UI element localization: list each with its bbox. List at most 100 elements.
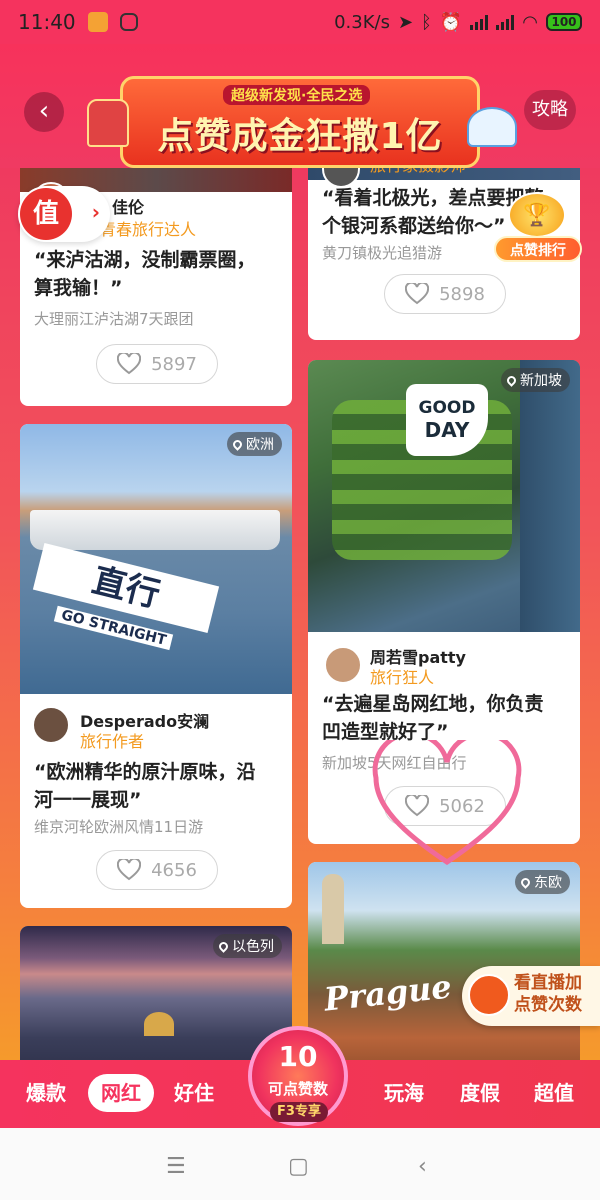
like-count: 5062 (439, 795, 485, 817)
battery-icon: 100 (546, 13, 582, 31)
card-quote: “来泸沽湖，没制霸票圈， 算我输！” (34, 246, 284, 302)
image-text-sub: DAY (424, 418, 470, 442)
like-button[interactable]: 5897 (96, 344, 218, 384)
avatar (324, 646, 362, 684)
strategy-button[interactable]: 攻略 (524, 90, 576, 130)
like-quota-count: 10 (278, 1040, 318, 1073)
back-button[interactable]: ‹ (24, 92, 64, 132)
trip-title: 大理丽江泸沽湖7天跟团 (34, 310, 194, 328)
chevron-left-icon: ‹ (38, 96, 50, 126)
user-role: 青春旅行达人 (100, 220, 197, 239)
value-badge-icon: 值 (20, 188, 72, 240)
card-quote: “欧洲精华的原汁原味，沿 河一一展现” (34, 758, 284, 814)
location-tag: 东欧 (515, 870, 570, 894)
user-role: 旅行作者 (80, 732, 145, 751)
like-count: 5897 (151, 353, 197, 375)
image-text-main: GOOD (418, 398, 476, 418)
location-pin-icon (217, 940, 230, 953)
value-badge-button[interactable]: 值 › (18, 186, 110, 242)
feed-card-europe[interactable]: 直行 GO STRAIGHT 欧洲 Desperado安澜 旅行作者 “欧洲精华… (20, 424, 292, 908)
content-feed[interactable]: 佳伦 青春旅行达人 “来泸沽湖，没制霸票圈， 算我输！” 大理丽江泸沽湖7天跟团… (0, 168, 600, 1060)
back-icon[interactable]: ‹ (418, 1154, 427, 1179)
heart-outline-icon (116, 857, 142, 881)
mountain-decoration-icon (467, 107, 517, 147)
like-button[interactable]: 5062 (384, 786, 506, 826)
notification-mi-icon (119, 13, 138, 31)
user-role: 旅行狂人 (370, 668, 435, 687)
net-speed: 0.3K/s (334, 11, 390, 33)
banner-title: 点赞成金狂撒1亿 (157, 116, 443, 157)
heart-outline-icon (116, 351, 142, 375)
quote-line-2: 凹造型就好了” (322, 721, 449, 743)
tab-chaozhi[interactable]: 超值 (524, 1074, 584, 1112)
user-role: 旅行家摄影师 (370, 168, 466, 176)
card-quote: “去遍星岛网红地，你负责 凹造型就好了” (322, 690, 574, 746)
location-label: 以色列 (232, 939, 274, 955)
like-ranking-button[interactable]: 🏆 点赞排行 (494, 192, 582, 262)
banner-subtitle: 超级新发现·全民之选 (223, 85, 371, 105)
location-pin-icon (519, 876, 532, 889)
location-pin-icon (231, 438, 244, 451)
card-image: GOOD DAY (308, 360, 580, 632)
like-button[interactable]: 4656 (96, 850, 218, 890)
quote-line-1: “去遍星岛网红地，你负责 (322, 693, 544, 715)
quote-line-1: “欧洲精华的原汁原味，沿 (34, 761, 256, 783)
tab-haozhu[interactable]: 好住 (164, 1074, 224, 1112)
menu-icon[interactable]: ☰ (166, 1154, 186, 1179)
cruise-ship-shape (30, 510, 280, 550)
building-shape (520, 360, 580, 632)
bluetooth-icon: ᛒ (421, 11, 432, 33)
like-button[interactable]: 5898 (384, 274, 506, 314)
live-stream-bonus-button[interactable]: 看直播加 点赞次数 (462, 966, 600, 1026)
user-name: 佳伦 (112, 198, 145, 217)
home-icon[interactable]: ▢ (288, 1154, 309, 1179)
heart-outline-icon (404, 281, 430, 305)
like-count: 5898 (439, 283, 485, 305)
system-nav-bar: ☰ ▢ ‹ (0, 1128, 600, 1200)
trip-title: 黄刀镇极光追猎游 (322, 244, 443, 262)
feed-card-singapore[interactable]: GOOD DAY 新加坡 周若雪patty 旅行狂人 “去遍星岛网红地，你负责 … (308, 360, 580, 844)
status-time: 11:40 (18, 10, 76, 34)
wifi-icon: ◠ (522, 11, 538, 33)
tab-dujia[interactable]: 度假 (450, 1074, 510, 1112)
like-ranking-label: 点赞排行 (494, 236, 582, 262)
status-bar: 11:40 0.3K/s ➤ ᛒ ⏰ ◠ 100 (0, 0, 600, 44)
location-label: 东欧 (534, 875, 562, 891)
live-line-1: 看直播加 (514, 973, 582, 993)
like-quota-badge[interactable]: 10 可点赞数 F3专享 (244, 1026, 352, 1126)
signal-icon-2 (496, 14, 515, 30)
location-tag: 欧洲 (227, 432, 282, 456)
like-count: 4656 (151, 859, 197, 881)
tab-wanghong[interactable]: 网红 (88, 1074, 154, 1112)
tower-shape (322, 874, 344, 944)
live-line-2: 点赞次数 (514, 995, 582, 1015)
image-badge: GOOD DAY (406, 384, 488, 456)
trip-title: 维京河轮欧洲风情11日游 (34, 818, 204, 836)
quote-line-1: “来泸沽湖，没制霸票圈， (34, 249, 256, 271)
quote-line-2: 算我输！” (34, 277, 123, 299)
signal-icon (470, 14, 489, 30)
chevron-right-icon: › (91, 200, 100, 224)
alarm-icon: ⏰ (439, 11, 463, 33)
card-image: 直行 GO STRAIGHT (20, 424, 292, 694)
like-quota-label: 可点赞数 (267, 1080, 328, 1098)
trophy-icon: 🏆 (508, 192, 566, 238)
tab-baokuan[interactable]: 爆款 (16, 1074, 76, 1112)
trip-title: 新加坡5天网红自由行 (322, 754, 467, 772)
live-stream-label: 看直播加 点赞次数 (514, 972, 582, 1016)
heart-outline-icon (404, 793, 430, 817)
location-tag: 以色列 (213, 934, 282, 958)
dome-shape (144, 1012, 174, 1036)
location-arrow-icon: ➤ (397, 11, 414, 33)
notification-app-icon (87, 12, 108, 32)
location-tag: 新加坡 (501, 368, 570, 392)
avatar (32, 706, 70, 744)
promo-banner[interactable]: 超级新发现·全民之选 点赞成金狂撒1亿 (87, 76, 517, 168)
quote-line-2: 河一一展现” (34, 789, 142, 811)
live-heart-icon (468, 974, 510, 1016)
image-text-main: Prague (322, 967, 454, 1019)
location-label: 欧洲 (246, 437, 274, 453)
tab-wanhai[interactable]: 玩海 (374, 1074, 434, 1112)
header: ‹ 超级新发现·全民之选 点赞成金狂撒1亿 攻略 (0, 44, 600, 168)
location-pin-icon (505, 374, 518, 387)
